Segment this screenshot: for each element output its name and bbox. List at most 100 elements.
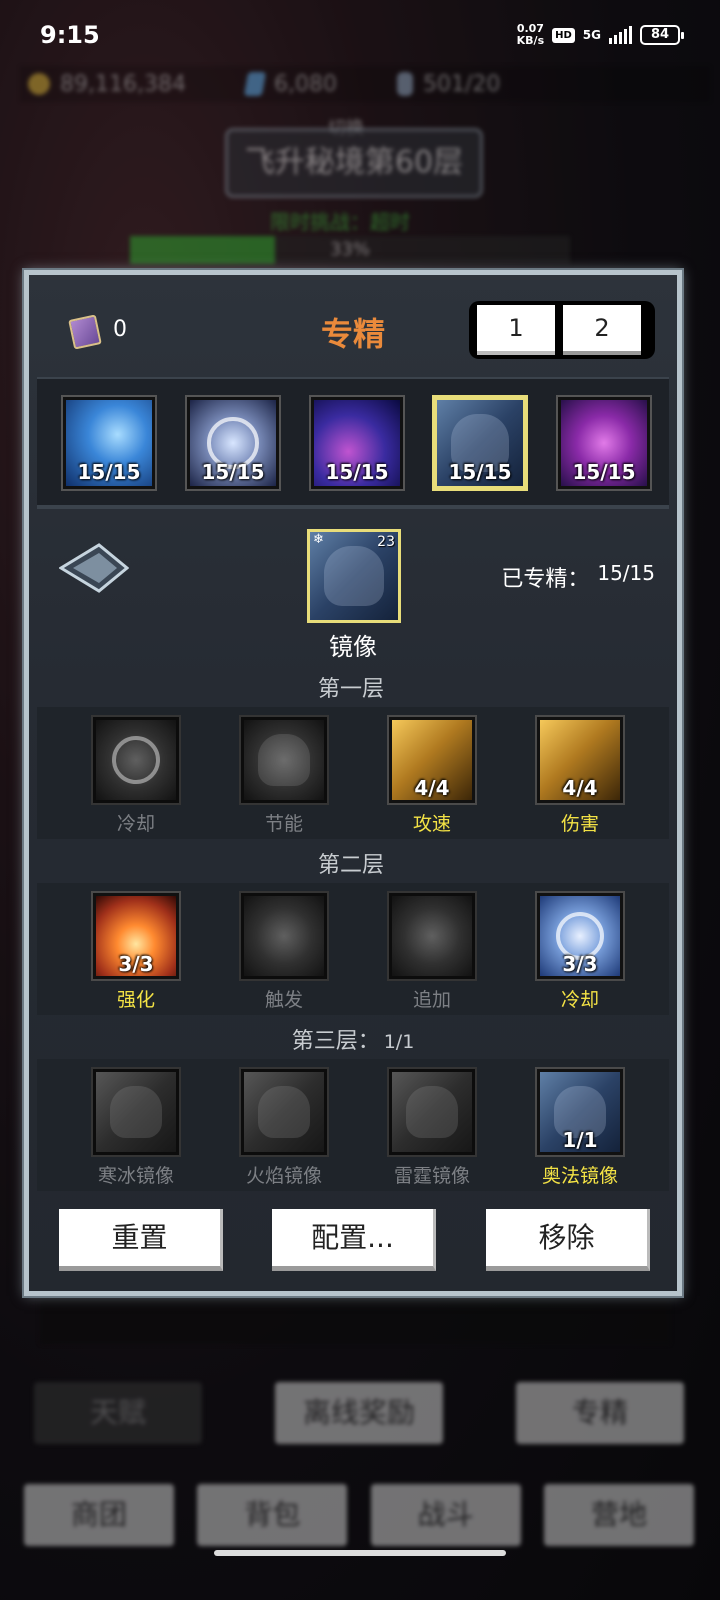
network-speed: 0.07 KB/s [517, 23, 544, 47]
progress-label: 33% [329, 239, 370, 260]
dagger-icon: 4/4 [537, 717, 623, 803]
spec-level: 15/15 [77, 460, 141, 484]
node-value: 3/3 [562, 952, 598, 976]
node-name: 攻速 [412, 813, 451, 835]
tier-3-row: 寒冰镜像 火焰镜像 雷霆镜像 1/1 奥法镜像 [37, 1059, 669, 1191]
resource-bar: 89,116,384 6,080 501/20 [20, 66, 710, 102]
tier-1-title: 第一层 [29, 671, 677, 703]
potion-amount: 501/20 [422, 71, 501, 97]
talent-node[interactable]: 冷却 [93, 717, 179, 836]
spec-rank-badge: 23 [377, 534, 395, 550]
spec-tile-ice[interactable]: 15/15 [63, 397, 155, 489]
mastered-status: 已专精： 15/15 [501, 561, 655, 593]
node-value: 4/4 [562, 776, 598, 800]
spec-level: 15/15 [572, 460, 636, 484]
panel-header: 0 专精 1 2 [29, 275, 677, 375]
clock-icon: 3/3 [537, 893, 623, 979]
tier-2-title: 第二层 [29, 847, 677, 879]
battery-icon: 84 [640, 25, 684, 45]
tier-2-row: 3/3 强化 触发 追加 3/3 冷却 [37, 883, 669, 1015]
node-name: 强化 [116, 989, 155, 1011]
tier-title-text: 第二层 [317, 853, 384, 878]
talent-node[interactable]: 3/3 冷却 [537, 893, 623, 1012]
tier-1-row: 冷却 节能 4/4 攻速 4/4 伤害 [37, 707, 669, 839]
talent-node[interactable]: 火焰镜像 [241, 1069, 327, 1188]
gem-amount: 6,080 [273, 71, 337, 97]
talent-button: 天赋 [34, 1382, 202, 1444]
mastered-value: 15/15 [597, 561, 655, 585]
mirror-image-icon: 1/1 [537, 1069, 623, 1155]
mirror-image-icon [241, 1069, 327, 1155]
nav-camp: 营地 [543, 1484, 694, 1546]
selected-spec-name: 镜像 [329, 633, 377, 661]
talent-node[interactable]: 3/3 强化 [93, 893, 179, 1012]
remove-button[interactable]: 移除 [486, 1209, 650, 1271]
bottom-menu-row1: 天赋 离线奖励 专精 [34, 1382, 684, 1444]
nav-battle: 战斗 [370, 1484, 521, 1546]
tier-count: 1/1 [383, 1031, 415, 1053]
home-indicator[interactable] [214, 1550, 506, 1556]
gem-icon [243, 72, 267, 96]
spec-level: 15/15 [201, 460, 265, 484]
talent-node[interactable]: 4/4 伤害 [537, 717, 623, 836]
gold-amount: 89,116,384 [60, 71, 186, 97]
specialization-panel: 0 专精 1 2 15/15 15/15 15/15 15/15 15/15 ❄ [22, 268, 684, 1298]
mirror-image-icon [93, 1069, 179, 1155]
blades-icon: 4/4 [389, 717, 475, 803]
clock-icon [93, 717, 179, 803]
potion-icon [396, 72, 413, 96]
reset-button[interactable]: 重置 [59, 1209, 223, 1271]
node-name: 火焰镜像 [245, 1165, 322, 1187]
bottom-nav: 商团 背包 战斗 营地 [24, 1484, 694, 1546]
network-type: 5G [582, 28, 601, 42]
node-name: 雷霆镜像 [393, 1165, 470, 1187]
tier-3-title: 第三层： 1/1 [29, 1023, 677, 1055]
talent-node[interactable]: 节能 [241, 717, 327, 836]
talent-node[interactable]: 雷霆镜像 [389, 1069, 475, 1188]
talent-node[interactable]: 4/4 攻速 [389, 717, 475, 836]
spec-tile-rune[interactable]: 15/15 [311, 397, 403, 489]
node-name: 触发 [264, 989, 303, 1011]
preset-switcher: 1 2 [469, 301, 655, 359]
tier-title-text: 第三层： [291, 1029, 380, 1054]
node-name: 追加 [412, 989, 451, 1011]
hd-badge: HD [552, 27, 575, 43]
preset-2-button[interactable]: 2 [563, 305, 641, 355]
back-arrow-icon[interactable] [59, 543, 129, 593]
nav-bag: 背包 [197, 1484, 348, 1546]
trigger-icon [241, 893, 327, 979]
mastered-label: 已专精： [501, 567, 590, 592]
node-name: 伤害 [560, 813, 599, 835]
gold-coin-icon [28, 73, 50, 95]
talent-node[interactable]: 触发 [241, 893, 327, 1012]
clock-time: 9:15 [40, 21, 100, 49]
spec-tile-mirror-image[interactable]: 15/15 [434, 397, 526, 489]
spec-tile-arcane-circle[interactable]: 15/15 [187, 397, 279, 489]
mirror-image-icon [324, 546, 384, 606]
talent-node[interactable]: 寒冰镜像 [93, 1069, 179, 1188]
mirror-image-icon [389, 1069, 475, 1155]
specialization-button: 专精 [516, 1382, 684, 1444]
node-value: 3/3 [118, 952, 154, 976]
spec-tile-arcane-swirl[interactable]: 15/15 [558, 397, 650, 489]
node-name: 节能 [264, 813, 303, 835]
config-button[interactable]: 配置... [272, 1209, 436, 1271]
node-value: 1/1 [562, 1128, 598, 1152]
stage-name-button: 飞升秘境第60层 [225, 128, 483, 198]
talent-node[interactable]: 追加 [389, 893, 475, 1012]
skill-slot-row [40, 1296, 670, 1344]
talent-node[interactable]: 1/1 奥法镜像 [537, 1069, 623, 1188]
selected-spec-icon: ❄ 23 [307, 529, 401, 623]
helmet-icon [241, 717, 327, 803]
nav-guild: 商团 [24, 1484, 174, 1546]
node-name: 奥法镜像 [541, 1165, 618, 1187]
node-value: 4/4 [414, 776, 450, 800]
stage-progress-bar: 33% [130, 236, 570, 264]
node-name: 寒冰镜像 [97, 1165, 174, 1187]
status-bar: 9:15 0.07 KB/s HD 5G 84 [0, 0, 720, 70]
tier-title-text: 第一层 [317, 677, 384, 702]
node-name: 冷却 [560, 989, 599, 1011]
preset-1-button[interactable]: 1 [477, 305, 555, 355]
node-name: 冷却 [116, 813, 155, 835]
challenge-status: 限时挑战：超时 [270, 210, 410, 234]
